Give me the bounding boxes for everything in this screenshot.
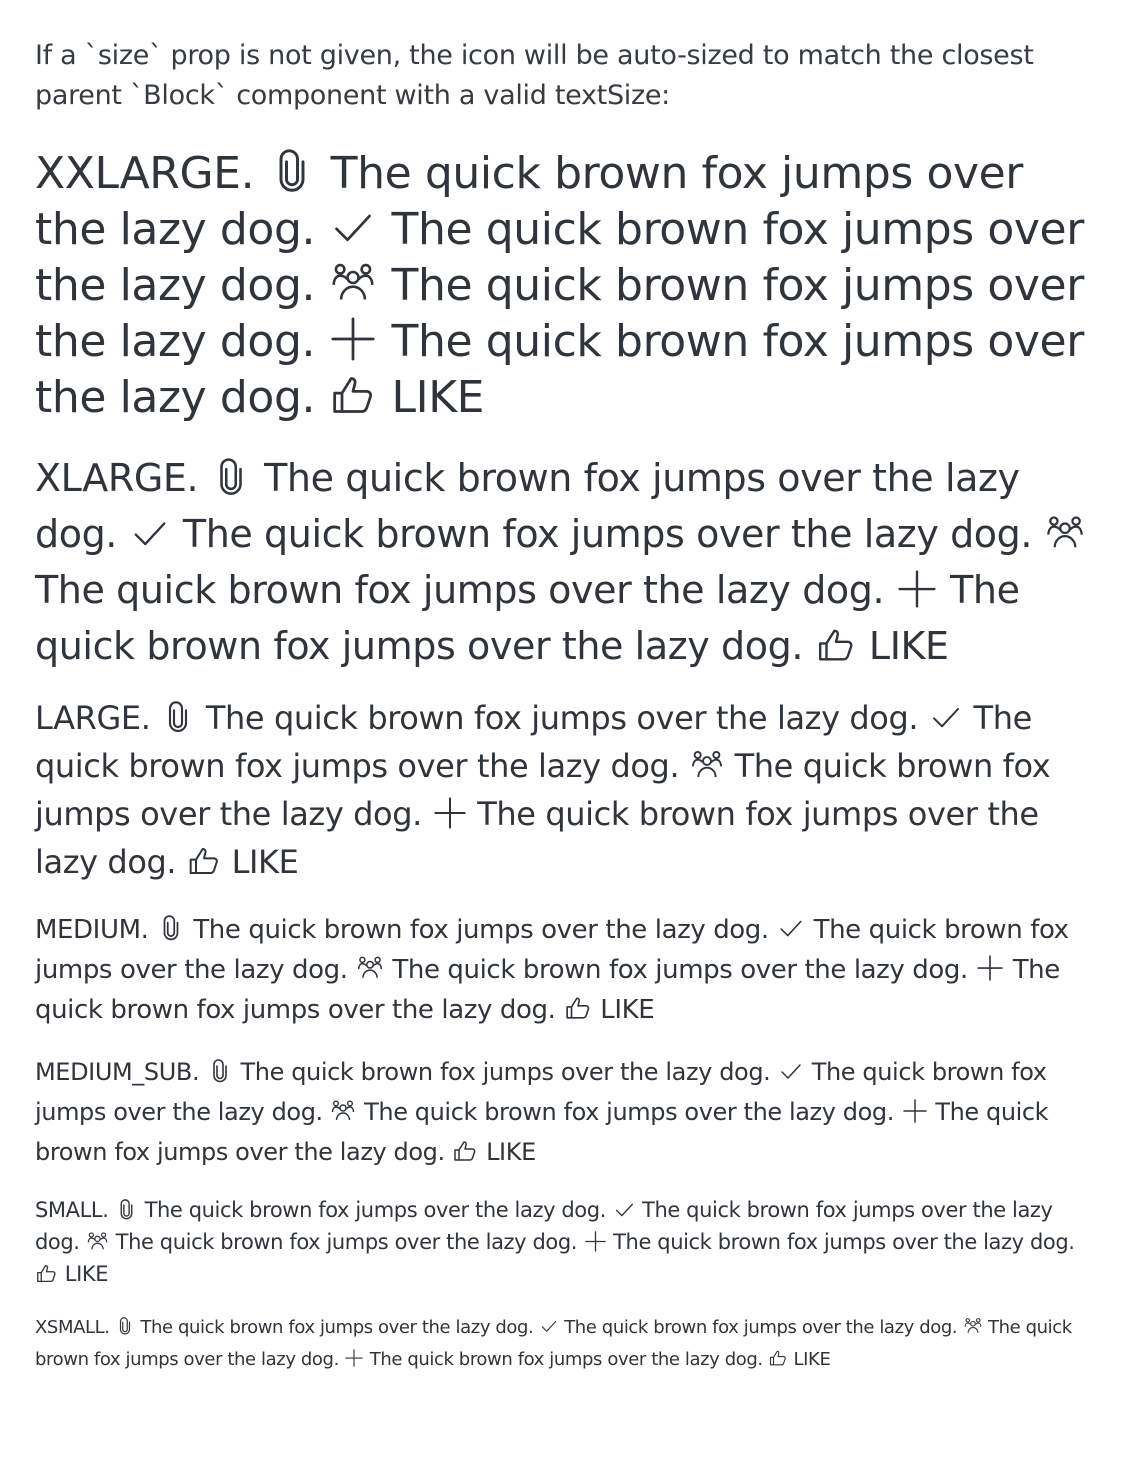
sentence: The quick brown fox jumps over the lazy … <box>144 1198 607 1222</box>
checkmark-icon <box>778 915 804 941</box>
checkmark-icon <box>779 1059 803 1083</box>
group-icon <box>1046 514 1084 552</box>
sentence: The quick brown fox jumps over the lazy … <box>364 1098 894 1126</box>
thumbs-up-icon <box>769 1349 787 1367</box>
group-icon <box>964 1317 982 1335</box>
sentence: The quick brown fox jumps over the lazy … <box>240 1058 771 1086</box>
page: If a `size` prop is not given, the icon … <box>0 0 1136 1376</box>
block-label: MEDIUM_SUB. <box>35 1058 200 1086</box>
thumbs-up-icon <box>36 1263 57 1284</box>
plus-icon <box>345 1349 364 1367</box>
block-label: LARGE. <box>35 699 151 737</box>
block-medium: MEDIUM. The quick brown fox jumps over t… <box>35 910 1100 1030</box>
like-label: LIKE <box>231 843 299 881</box>
like-label: LIKE <box>600 995 655 1025</box>
sentence: The quick brown fox jumps over the lazy … <box>613 1230 1075 1254</box>
like-label: LIKE <box>486 1138 536 1166</box>
block-label: XLARGE. <box>35 456 199 500</box>
like-label: LIKE <box>868 624 949 668</box>
block-label: XSMALL. <box>35 1317 110 1338</box>
paperclip-icon <box>212 457 250 496</box>
block-label: SMALL. <box>35 1198 109 1222</box>
plus-icon <box>331 317 375 361</box>
thumbs-up-icon <box>188 845 220 877</box>
paperclip-icon <box>162 701 194 733</box>
like-label: LIKE <box>793 1349 831 1370</box>
plus-icon <box>898 569 936 608</box>
thumbs-up-icon <box>453 1139 477 1163</box>
sentence: The quick brown fox jumps over the lazy … <box>182 512 1033 556</box>
sentence: The quick brown fox jumps over the lazy … <box>205 699 919 737</box>
group-icon <box>87 1231 108 1252</box>
thumbs-up-icon <box>817 626 855 664</box>
checkmark-icon <box>930 701 962 733</box>
sentence: The quick brown fox jumps over the lazy … <box>564 1317 958 1338</box>
intro-text: If a `size` prop is not given, the icon … <box>35 40 1034 111</box>
block-xlarge: XLARGE. The quick brown fox jumps over t… <box>35 450 1100 674</box>
sentence: The quick brown fox jumps over the lazy … <box>193 915 769 945</box>
sentence: The quick brown fox jumps over the lazy … <box>140 1317 534 1338</box>
sentence: The quick brown fox jumps over the lazy … <box>392 955 968 985</box>
block-label: XXLARGE. <box>35 148 255 199</box>
block-xsmall: XSMALL. The quick brown fox jumps over t… <box>35 1312 1100 1376</box>
paperclip-icon <box>116 1198 137 1220</box>
paperclip-icon <box>208 1059 232 1083</box>
group-icon <box>331 1099 355 1123</box>
thumbs-up-icon <box>565 995 591 1021</box>
plus-icon <box>977 955 1004 981</box>
paperclip-icon <box>270 149 314 193</box>
block-medium-sub: MEDIUM_SUB. The quick brown fox jumps ov… <box>35 1052 1100 1172</box>
block-xxlarge: XXLARGE. The quick brown fox jumps over … <box>35 146 1100 426</box>
group-icon <box>691 749 723 781</box>
sentence: The quick brown fox jumps over the lazy … <box>35 568 885 612</box>
group-icon <box>331 261 375 305</box>
plus-icon <box>902 1099 927 1123</box>
block-label: MEDIUM. <box>35 915 149 945</box>
like-label: LIKE <box>391 372 485 423</box>
plus-icon <box>433 797 466 829</box>
paperclip-icon <box>158 915 184 941</box>
plus-icon <box>584 1230 606 1252</box>
sentence: The quick brown fox jumps over the lazy … <box>369 1349 763 1370</box>
sentence: The quick brown fox jumps over the lazy … <box>115 1230 578 1254</box>
checkmark-icon <box>131 514 169 552</box>
checkmark-icon <box>614 1199 635 1220</box>
block-large: LARGE. The quick brown fox jumps over th… <box>35 694 1100 886</box>
block-small: SMALL. The quick brown fox jumps over th… <box>35 1194 1100 1290</box>
paperclip-icon <box>116 1317 134 1335</box>
checkmark-icon <box>331 205 375 249</box>
group-icon <box>357 955 383 981</box>
checkmark-icon <box>540 1317 558 1335</box>
thumbs-up-icon <box>331 373 375 417</box>
like-label: LIKE <box>64 1262 109 1286</box>
